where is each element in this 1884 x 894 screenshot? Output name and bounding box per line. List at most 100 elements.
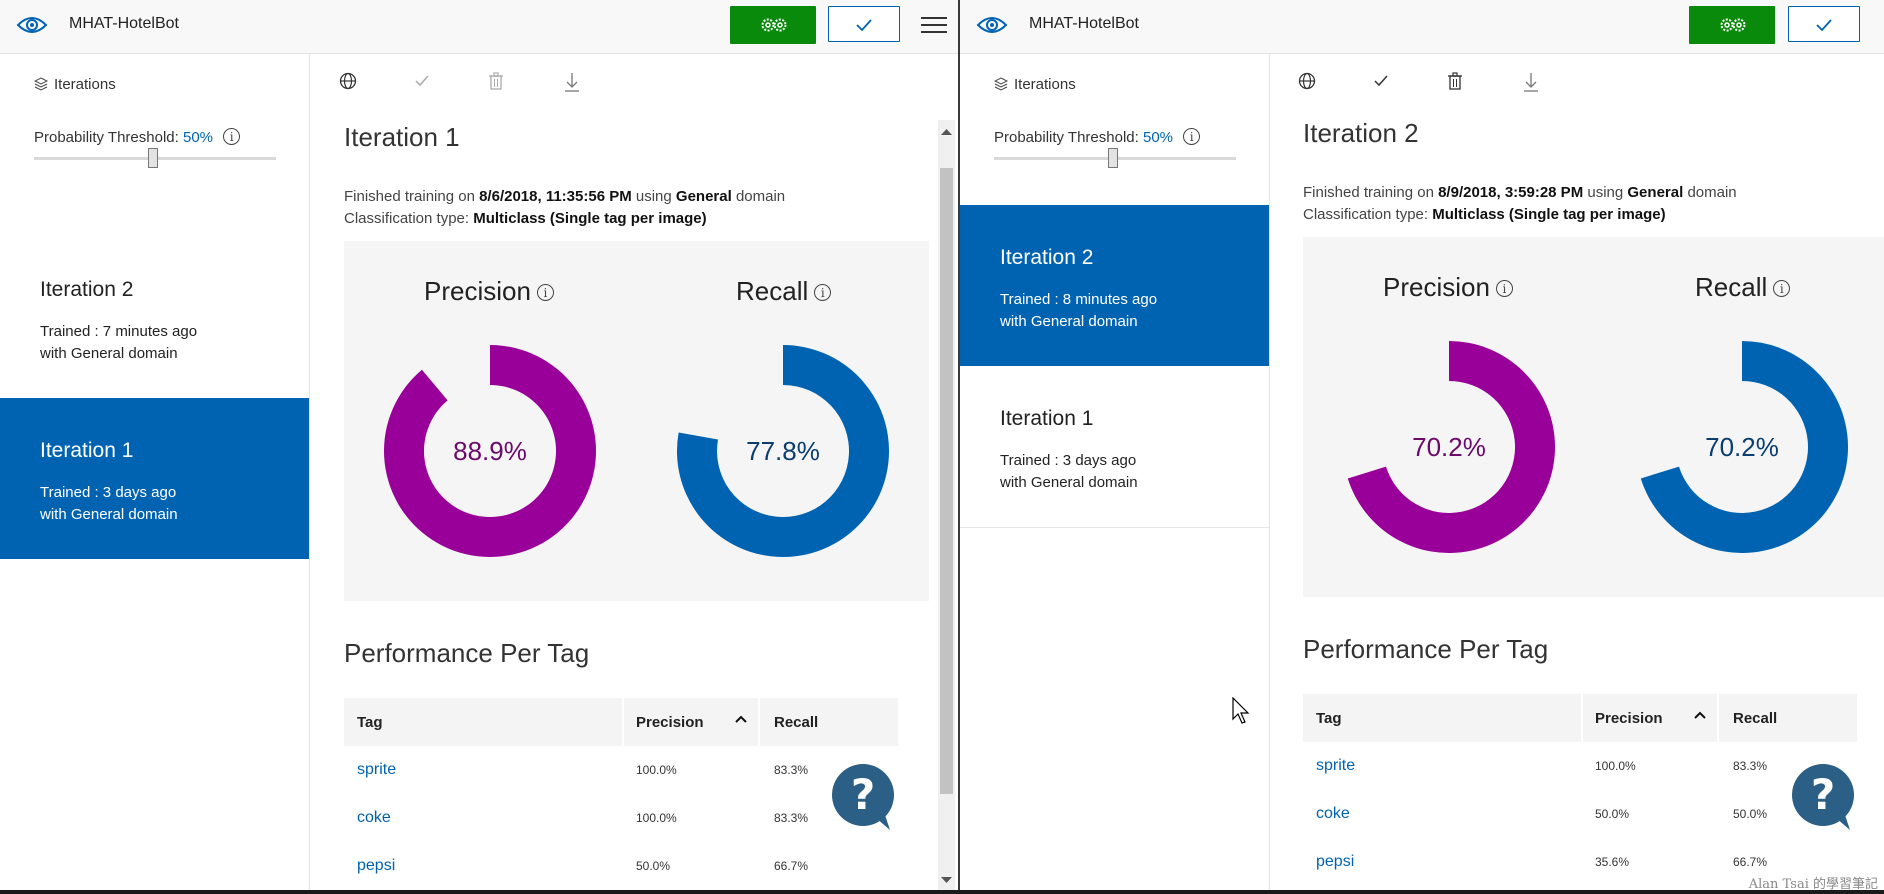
iteration-trained-time: Trained : 3 days ago <box>40 484 177 501</box>
performance-table: Tag Precision Recall sprite 100.0% 83.3%… <box>344 698 898 892</box>
tag-column-header[interactable]: Tag <box>357 714 383 731</box>
table-header: Tag Precision Recall <box>1303 694 1857 742</box>
scroll-up-arrow-icon[interactable] <box>941 128 952 136</box>
tag-recall: 50.0% <box>1733 807 1768 821</box>
domain-suffix: domain <box>1687 184 1737 201</box>
recall-heading: Recall i <box>736 276 832 307</box>
globe-icon[interactable] <box>1298 72 1316 90</box>
precision-column-header[interactable]: Precision <box>1595 710 1663 727</box>
tag-recall: 83.3% <box>774 763 809 777</box>
iteration-item-2[interactable]: Iteration 2 Trained : 7 minutes ago with… <box>0 237 309 398</box>
threshold-slider-thumb[interactable] <box>148 148 158 168</box>
threshold-slider[interactable] <box>34 148 276 168</box>
tag-link[interactable]: sprite <box>357 761 396 779</box>
layers-icon <box>993 77 1009 91</box>
precision-value: 88.9% <box>453 436 527 466</box>
quick-test-button[interactable] <box>1788 6 1860 42</box>
checkmark-icon <box>856 19 872 32</box>
recall-value: 70.2% <box>1705 432 1779 462</box>
info-icon[interactable]: i <box>1183 128 1201 145</box>
train-button[interactable] <box>1689 6 1775 44</box>
iterations-sidebar: Iterations Probability Threshold: 50% i … <box>960 54 1270 892</box>
eye-logo-icon[interactable] <box>976 12 1008 38</box>
iteration-title: Iteration 2 <box>1303 118 1419 148</box>
finished-prefix: Finished training on <box>1303 184 1434 201</box>
finished-date: 8/6/2018, 11:35:56 PM <box>479 188 632 205</box>
scroll-down-arrow-icon[interactable] <box>941 876 952 884</box>
classification-type: Multiclass (Single tag per image) <box>473 210 707 227</box>
info-icon[interactable]: i <box>223 128 241 145</box>
info-icon[interactable]: i <box>1773 280 1791 297</box>
info-icon[interactable]: i <box>814 284 832 301</box>
app-title: MHAT-HotelBot <box>1029 15 1139 32</box>
domain-suffix: domain <box>735 188 786 205</box>
classification-type: Multiclass (Single tag per image) <box>1432 206 1666 223</box>
download-icon[interactable] <box>1523 72 1539 92</box>
tag-link[interactable]: sprite <box>1316 757 1355 775</box>
tag-recall: 66.7% <box>774 859 809 873</box>
layers-icon <box>33 77 49 91</box>
precision-label: Precision <box>1383 272 1490 302</box>
precision-column-header[interactable]: Precision <box>636 714 704 731</box>
info-icon[interactable]: i <box>536 284 554 301</box>
iteration-item-1[interactable]: Iteration 1 Trained : 3 days ago with Ge… <box>0 398 309 559</box>
tag-link[interactable]: coke <box>1316 805 1350 823</box>
threshold-slider[interactable] <box>994 148 1236 168</box>
tag-link[interactable]: pepsi <box>1316 853 1354 871</box>
classification-prefix: Classification type: <box>1303 206 1429 223</box>
bottom-edge <box>0 890 1884 894</box>
eye-logo-icon[interactable] <box>16 12 48 38</box>
sort-up-icon[interactable] <box>734 714 748 724</box>
iteration-item-2[interactable]: Iteration 2 Trained : 8 minutes ago with… <box>960 205 1269 366</box>
scrollbar-thumb[interactable] <box>940 168 953 794</box>
recall-heading: Recall i <box>1695 272 1791 303</box>
gears-icon <box>1720 18 1746 32</box>
iteration-title: Iteration 1 <box>344 122 460 152</box>
iteration-domain: with General domain <box>1000 474 1138 491</box>
trash-icon[interactable] <box>488 72 504 90</box>
recall-column-header[interactable]: Recall <box>774 714 818 731</box>
threshold-value: 50% <box>1142 129 1174 146</box>
recall-label: Recall <box>1695 272 1768 302</box>
using-text: using <box>635 188 672 205</box>
download-icon[interactable] <box>564 72 580 92</box>
checkmark-icon <box>1816 19 1832 32</box>
performance-per-tag-title: Performance Per Tag <box>1303 634 1549 664</box>
iteration-trained-time: Trained : 3 days ago <box>1000 452 1137 469</box>
tag-precision: 100.0% <box>1595 759 1636 773</box>
classification-type-line: Classification type: Multiclass (Single … <box>344 210 707 227</box>
iterations-label: Iterations <box>1014 76 1076 93</box>
mark-default-check-icon[interactable] <box>1372 72 1390 90</box>
quick-test-button[interactable] <box>828 6 900 42</box>
tag-precision: 50.0% <box>636 859 671 873</box>
threshold-slider-thumb[interactable] <box>1108 148 1118 168</box>
threshold-label: Probability Threshold: <box>34 129 179 146</box>
sort-up-icon[interactable] <box>1693 710 1707 720</box>
tag-link[interactable]: coke <box>357 809 391 827</box>
tag-column-header[interactable]: Tag <box>1316 710 1342 727</box>
tag-link[interactable]: pepsi <box>357 857 395 875</box>
svg-text:?: ? <box>851 770 875 819</box>
vertical-scrollbar[interactable] <box>938 120 955 890</box>
globe-icon[interactable] <box>339 72 357 90</box>
info-icon[interactable]: i <box>1495 280 1513 297</box>
tag-recall: 66.7% <box>1733 855 1768 869</box>
domain-name: General <box>675 188 732 205</box>
iteration-domain: with General domain <box>40 345 178 362</box>
trash-icon[interactable] <box>1447 72 1463 90</box>
help-question-icon[interactable]: ? <box>1792 764 1858 830</box>
hamburger-menu-icon[interactable] <box>921 15 947 35</box>
help-question-icon[interactable]: ? <box>832 764 898 830</box>
iteration-name: Iteration 2 <box>40 278 134 301</box>
tag-precision: 35.6% <box>1595 855 1630 869</box>
recall-column-header[interactable]: Recall <box>1733 710 1777 727</box>
top-bar: MHAT-HotelBot <box>0 0 958 54</box>
train-button[interactable] <box>730 6 816 44</box>
tag-recall: 83.3% <box>1733 759 1768 773</box>
finished-training-line: Finished training on 8/9/2018, 3:59:28 P… <box>1303 184 1737 201</box>
threshold-value: 50% <box>182 129 214 146</box>
iteration-item-1[interactable]: Iteration 1 Trained : 3 days ago with Ge… <box>960 366 1269 527</box>
mark-default-check-icon[interactable] <box>413 72 431 90</box>
iteration-name: Iteration 1 <box>1000 407 1094 430</box>
mouse-cursor-icon <box>1232 697 1250 724</box>
